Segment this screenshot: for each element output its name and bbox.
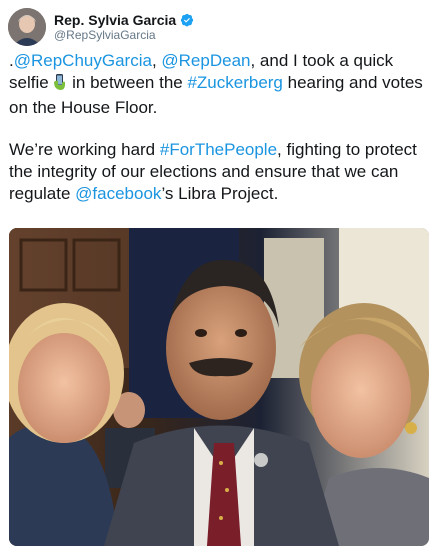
- mention-facebook[interactable]: @facebook: [75, 184, 161, 203]
- display-name[interactable]: Rep. Sylvia Garcia: [54, 12, 176, 28]
- hashtag-zuckerberg[interactable]: #Zuckerberg: [187, 73, 282, 92]
- verified-badge-icon: [181, 13, 194, 26]
- selfie-photo-image: [9, 228, 429, 546]
- tweet-card: Rep. Sylvia Garcia @RepSylviaGarcia .@Re…: [0, 0, 438, 550]
- text-segment: ’s Libra Project.: [161, 184, 279, 203]
- user-handle[interactable]: @RepSylviaGarcia: [54, 28, 194, 43]
- text-separator: ,: [151, 51, 162, 70]
- avatar[interactable]: [8, 8, 46, 46]
- tweet-text: .@RepChuyGarcia, @RepDean, and I took a …: [9, 50, 429, 205]
- text-segment: We’re working hard: [9, 140, 160, 159]
- selfie-hand-icon: [53, 73, 67, 97]
- tweet-header: Rep. Sylvia Garcia @RepSylviaGarcia: [8, 6, 194, 48]
- text-segment: in between the: [67, 73, 188, 92]
- mention-repdean[interactable]: @RepDean: [161, 51, 250, 70]
- avatar-portrait-icon: [8, 8, 46, 46]
- name-row: Rep. Sylvia Garcia: [54, 12, 194, 28]
- hashtag-forthepeople[interactable]: #ForThePeople: [160, 140, 277, 159]
- mention-repchuygarcia[interactable]: @RepChuyGarcia: [14, 51, 152, 70]
- tweet-paragraph-2: We’re working hard #ForThePeople, fighti…: [9, 139, 429, 205]
- tweet-photo[interactable]: [9, 228, 429, 546]
- user-names: Rep. Sylvia Garcia @RepSylviaGarcia: [54, 12, 194, 43]
- tweet-paragraph-1: .@RepChuyGarcia, @RepDean, and I took a …: [9, 50, 429, 119]
